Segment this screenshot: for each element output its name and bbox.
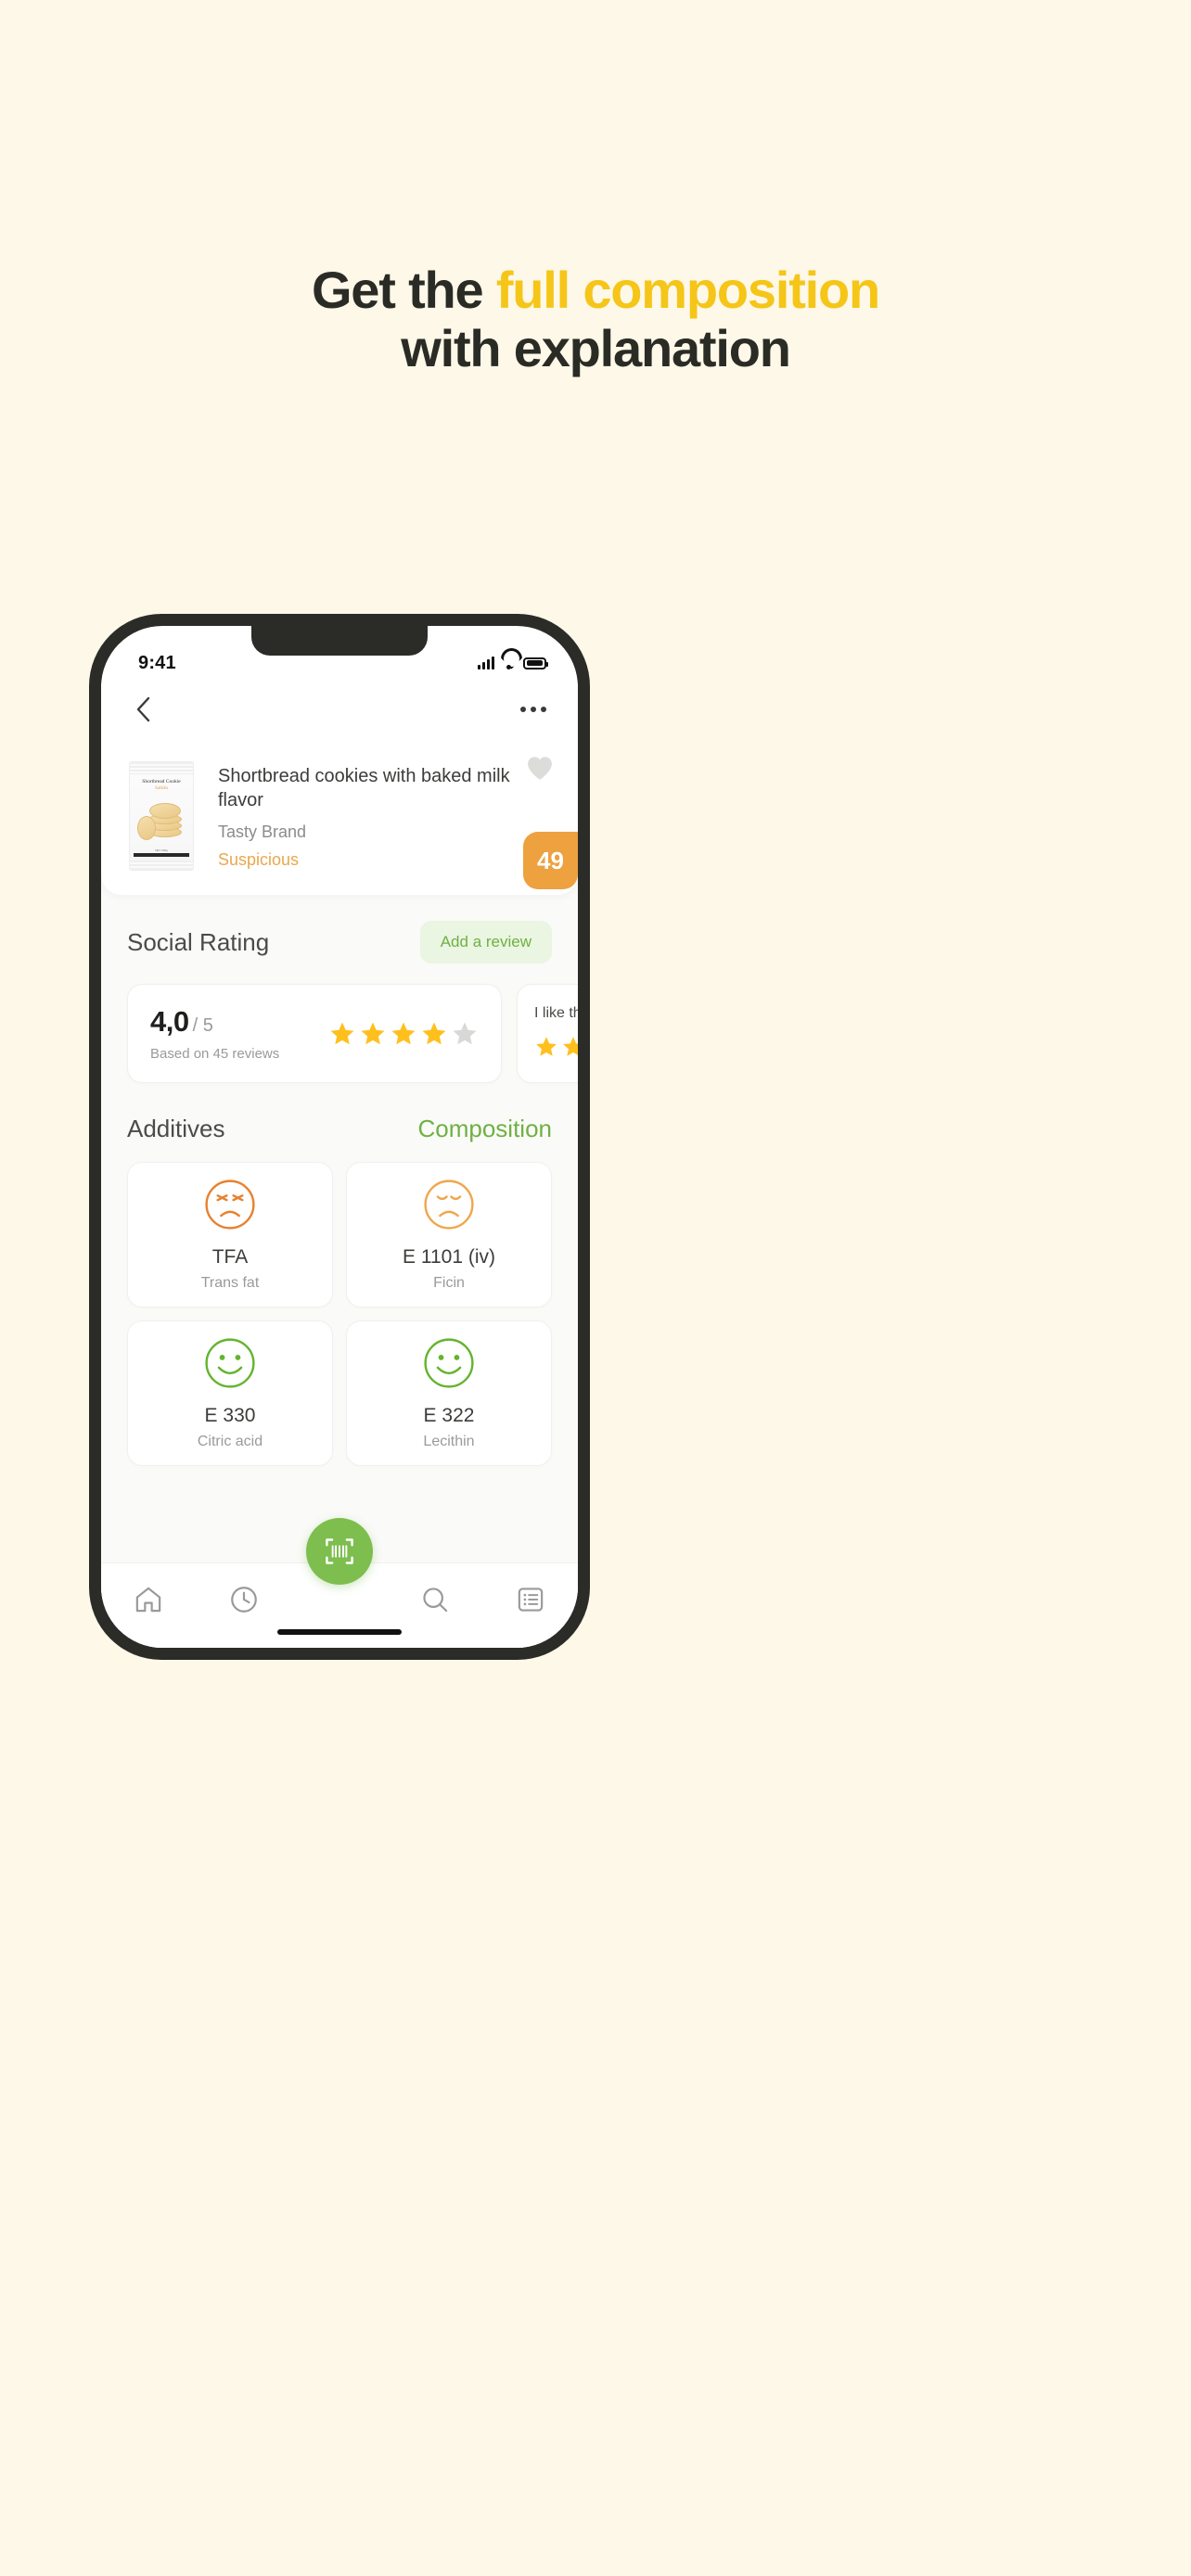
additive-code: E 322	[423, 1405, 475, 1426]
tab-lists[interactable]	[504, 1578, 557, 1621]
star-icon	[422, 1022, 446, 1044]
package-top-crimp	[130, 762, 193, 774]
social-rating-title: Social Rating	[127, 927, 270, 956]
promo-headline-highlight: full composition	[495, 261, 880, 319]
star-icon	[391, 1022, 416, 1044]
rating-value-row: 4,0/ 5	[150, 1005, 279, 1039]
face-bad-icon	[424, 1180, 474, 1230]
back-button[interactable]	[127, 694, 159, 725]
additives-grid: TFA Trans fat E 1101 (iv) Ficin E 330 Ci…	[101, 1143, 578, 1466]
battery-full-icon	[523, 657, 548, 670]
ellipsis-icon	[520, 707, 526, 712]
product-package-image: Shortbread Cookie Sablés NET 200g	[129, 761, 194, 871]
home-indicator	[277, 1629, 402, 1635]
additive-tile[interactable]: E 322 Lecithin	[346, 1320, 552, 1466]
scan-button[interactable]	[306, 1518, 373, 1585]
favorite-button[interactable]	[526, 756, 554, 785]
package-weight-text: NET 200g	[155, 848, 168, 852]
face-very-bad-icon	[205, 1180, 255, 1230]
additive-code: E 330	[204, 1405, 256, 1426]
review-card[interactable]: I like this favor	[517, 984, 578, 1083]
heart-icon	[528, 757, 552, 780]
promo-headline: Get the full composition with explanatio…	[0, 261, 1191, 377]
chevron-left-icon	[136, 696, 150, 722]
rating-carousel[interactable]: 4,0/ 5 Based on 45 reviews I like this f…	[101, 963, 578, 1083]
tab-home[interactable]	[122, 1578, 175, 1621]
additive-name: Trans fat	[200, 1275, 260, 1291]
additive-name: Citric acid	[197, 1434, 263, 1449]
face-good-icon	[205, 1338, 255, 1388]
more-options-button[interactable]	[515, 701, 552, 718]
status-bar-icons	[478, 657, 548, 670]
rating-summary-text: 4,0/ 5 Based on 45 reviews	[150, 1005, 279, 1062]
product-title: Shortbread cookies with baked milk flavo…	[218, 766, 510, 810]
additive-name: Ficin	[433, 1275, 465, 1291]
tab-history[interactable]	[217, 1578, 271, 1621]
app-navbar	[101, 683, 578, 735]
screen-content[interactable]: Shortbread Cookie Sablés NET 200g Shortb…	[101, 735, 578, 1648]
rating-review-count: Based on 45 reviews	[150, 1046, 280, 1062]
list-icon	[518, 1588, 543, 1612]
star-icon	[536, 1037, 557, 1056]
phone-mockup: 9:41 Shortbread Cookie Sablés NET 200g S…	[89, 614, 590, 1660]
add-review-button[interactable]: Add a review	[419, 921, 552, 963]
ellipsis-icon	[531, 707, 536, 712]
additive-code: TFA	[211, 1246, 249, 1268]
barcode-scan-icon	[326, 1538, 353, 1564]
product-score-badge: 49	[523, 832, 578, 889]
tab-search[interactable]	[408, 1578, 462, 1621]
package-bottom-crimp	[130, 861, 193, 870]
rating-summary-card[interactable]: 4,0/ 5 Based on 45 reviews	[127, 984, 502, 1083]
promo-headline-line1: Get the full composition	[0, 261, 1191, 320]
status-bar-time: 9:41	[138, 652, 176, 673]
star-icon	[361, 1022, 385, 1044]
promo-headline-line2: with explanation	[401, 318, 791, 377]
search-icon	[423, 1588, 448, 1613]
social-rating-header: Social Rating Add a review	[101, 895, 578, 963]
phone-screen: 9:41 Shortbread Cookie Sablés NET 200g S…	[101, 626, 578, 1648]
package-stripe	[134, 853, 189, 857]
history-icon	[231, 1587, 258, 1613]
product-info: Shortbread cookies with baked milk flavo…	[194, 756, 556, 871]
product-card[interactable]: Shortbread Cookie Sablés NET 200g Shortb…	[101, 735, 578, 895]
rating-value: 4,0	[150, 1005, 189, 1038]
additive-tile[interactable]: E 330 Citric acid	[127, 1320, 333, 1466]
package-label-top: Shortbread Cookie	[142, 779, 181, 784]
product-status-label: Suspicious	[218, 850, 300, 870]
package-label-sub: Sablés	[154, 785, 169, 791]
rating-max: / 5	[192, 1015, 213, 1036]
promo-headline-prefix: Get the	[311, 261, 496, 319]
review-stars	[534, 1035, 578, 1059]
star-icon-empty	[453, 1022, 477, 1044]
star-icon	[563, 1037, 578, 1056]
home-icon	[136, 1587, 161, 1613]
additive-tile[interactable]: E 1101 (iv) Ficin	[346, 1162, 552, 1307]
cookie-illustration	[137, 796, 186, 844]
wifi-icon	[501, 657, 517, 670]
additive-name: Lecithin	[423, 1434, 475, 1449]
review-text: I like this favor	[534, 1005, 578, 1021]
rating-stars	[328, 1020, 479, 1048]
status-bar: 9:41	[101, 626, 578, 683]
product-brand: Tasty Brand	[218, 823, 307, 842]
tab-composition[interactable]: Composition	[417, 1115, 552, 1143]
star-icon	[330, 1022, 354, 1044]
ellipsis-icon	[541, 707, 546, 712]
face-good-icon	[424, 1338, 474, 1388]
additive-tile[interactable]: TFA Trans fat	[127, 1162, 333, 1307]
additives-composition-tabs[interactable]: Additives Composition	[101, 1083, 578, 1143]
cellular-bars-icon	[478, 657, 494, 670]
additive-code: E 1101 (iv)	[403, 1246, 495, 1268]
tab-additives[interactable]: Additives	[127, 1115, 225, 1143]
